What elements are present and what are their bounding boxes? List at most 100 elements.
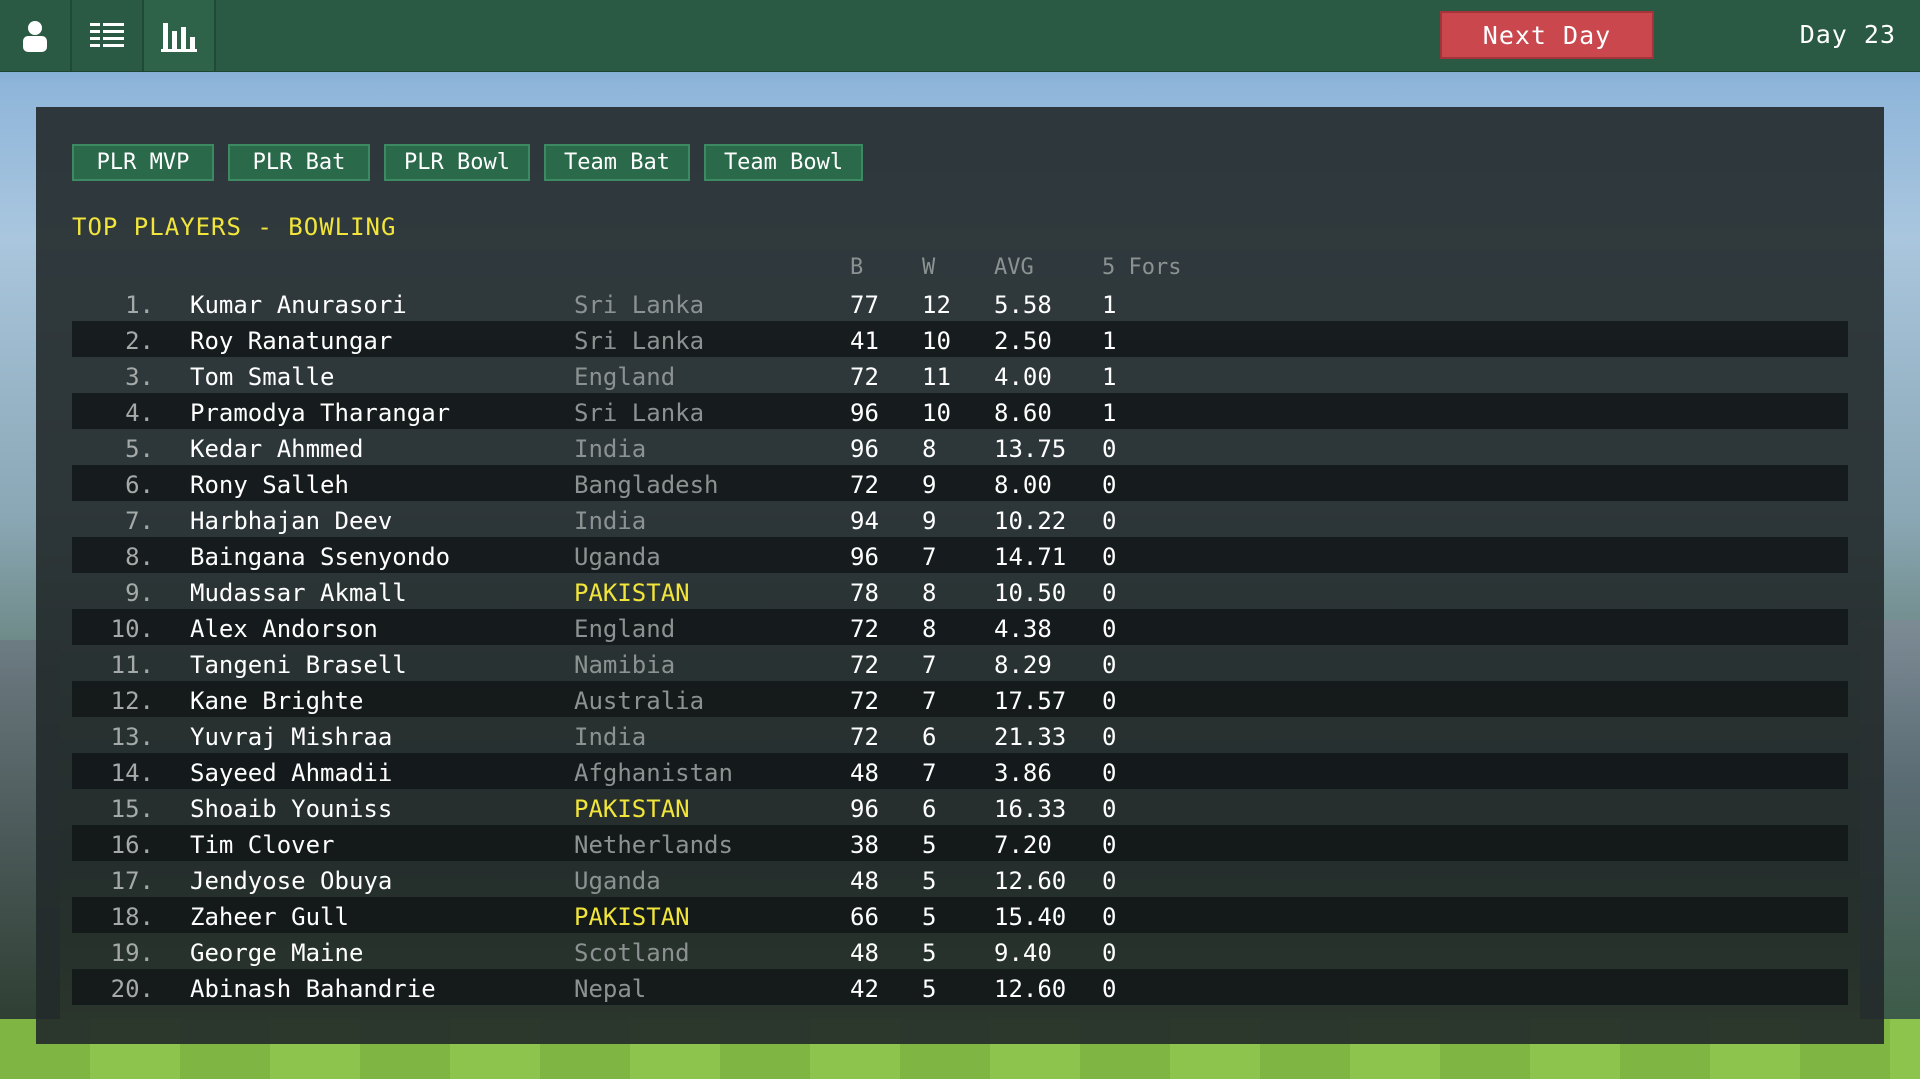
five-fors-cell: 0 <box>1102 939 1117 967</box>
five-fors-cell: 1 <box>1102 291 1117 319</box>
average-cell: 13.75 <box>994 435 1067 463</box>
wickets-cell: 5 <box>922 867 937 895</box>
column-header-balls: B <box>850 255 864 280</box>
five-fors-cell: 0 <box>1102 723 1117 751</box>
balls-cell: 38 <box>850 831 879 859</box>
player-name-cell: Tom Smalle <box>190 363 335 391</box>
next-day-button[interactable]: Next Day <box>1440 11 1654 59</box>
wickets-cell: 7 <box>922 543 937 571</box>
wickets-cell: 6 <box>922 723 937 751</box>
wickets-cell: 9 <box>922 507 937 535</box>
average-cell: 3.86 <box>994 759 1052 787</box>
five-fors-cell: 1 <box>1102 399 1117 427</box>
five-fors-cell: 0 <box>1102 795 1117 823</box>
rank-cell: 11. <box>110 651 154 679</box>
rank-cell: 20. <box>110 975 154 1003</box>
rank-cell: 7. <box>125 507 154 535</box>
bar-chart-icon <box>161 22 197 52</box>
tab-plr-bowl[interactable]: PLR Bowl <box>384 144 530 181</box>
five-fors-cell: 1 <box>1102 363 1117 391</box>
player-name-cell: Tangeni Brasell <box>190 651 407 679</box>
average-cell: 4.00 <box>994 363 1052 391</box>
wickets-cell: 8 <box>922 579 937 607</box>
table-header: B W AVG 5 Fors <box>72 249 1848 285</box>
five-fors-cell: 0 <box>1102 507 1117 535</box>
table-row: 9. Mudassar Akmall PAKISTAN 78 8 10.50 0 <box>72 573 1848 609</box>
balls-cell: 48 <box>850 867 879 895</box>
tab-team-bowl[interactable]: Team Bowl <box>703 144 864 181</box>
table-body: 1. Kumar Anurasori Sri Lanka 77 12 5.58 1 2. Roy… <box>72 285 1848 1005</box>
balls-cell: 41 <box>850 327 879 355</box>
table-row: 8. Baingana Ssenyondo Uganda 96 7 14.71 0 <box>72 537 1848 573</box>
country-cell: Netherlands <box>574 831 733 859</box>
rank-cell: 5. <box>125 435 154 463</box>
player-name-cell: Zaheer Gull <box>190 903 349 931</box>
wickets-cell: 5 <box>922 975 937 1003</box>
column-header-average: AVG <box>994 255 1034 280</box>
player-name-cell: Kane Brighte <box>190 687 364 715</box>
tab-team-bat[interactable]: Team Bat <box>543 144 690 181</box>
top-bar: Next Day Day 23 <box>0 0 1920 72</box>
nav-player-button[interactable] <box>0 0 72 71</box>
wickets-cell: 11 <box>922 363 951 391</box>
wickets-cell: 10 <box>922 327 951 355</box>
five-fors-cell: 0 <box>1102 543 1117 571</box>
country-cell: England <box>574 615 676 643</box>
player-name-cell: Kedar Ahmmed <box>190 435 364 463</box>
table-row: 20. Abinash Bahandrie Nepal 42 5 12.60 0 <box>72 969 1848 1005</box>
nav-stats-button[interactable] <box>144 0 216 71</box>
tab-plr-bat[interactable]: PLR Bat <box>228 144 370 181</box>
player-name-cell: Pramodya Tharangar <box>190 399 451 427</box>
average-cell: 8.29 <box>994 651 1052 679</box>
average-cell: 14.71 <box>994 543 1067 571</box>
average-cell: 2.50 <box>994 327 1052 355</box>
balls-cell: 72 <box>850 363 879 391</box>
player-name-cell: Jendyose Obuya <box>190 867 393 895</box>
country-cell: Bangladesh <box>574 471 719 499</box>
wickets-cell: 5 <box>922 831 937 859</box>
table-row: 17. Jendyose Obuya Uganda 48 5 12.60 0 <box>72 861 1848 897</box>
rank-cell: 3. <box>125 363 154 391</box>
five-fors-cell: 1 <box>1102 327 1117 355</box>
country-cell: India <box>574 507 647 535</box>
balls-cell: 78 <box>850 579 879 607</box>
rank-cell: 2. <box>125 327 154 355</box>
column-header-wickets: W <box>922 255 936 280</box>
player-icon <box>23 20 47 52</box>
nav-list-button[interactable] <box>72 0 144 71</box>
wickets-cell: 7 <box>922 687 937 715</box>
average-cell: 9.40 <box>994 939 1052 967</box>
tab-plr-mvp[interactable]: PLR MVP <box>72 144 214 181</box>
country-cell: PAKISTAN <box>574 903 690 931</box>
player-name-cell: Baingana Ssenyondo <box>190 543 451 571</box>
player-name-cell: Harbhajan Deev <box>190 507 393 535</box>
wickets-cell: 9 <box>922 471 937 499</box>
table-row: 12. Kane Brighte Australia 72 7 17.57 0 <box>72 681 1848 717</box>
table-row: 19. George Maine Scotland 48 5 9.40 0 <box>72 933 1848 969</box>
table-row: 10. Alex Andorson England 72 8 4.38 0 <box>72 609 1848 645</box>
average-cell: 12.60 <box>994 867 1067 895</box>
table-row: 13. Yuvraj Mishraa India 72 6 21.33 0 <box>72 717 1848 753</box>
player-name-cell: Kumar Anurasori <box>190 291 407 319</box>
five-fors-cell: 0 <box>1102 903 1117 931</box>
average-cell: 7.20 <box>994 831 1052 859</box>
balls-cell: 72 <box>850 471 879 499</box>
stats-tabs: PLR MVP PLR Bat PLR Bowl Team Bat Team B… <box>72 144 864 181</box>
country-cell: Uganda <box>574 867 661 895</box>
balls-cell: 48 <box>850 759 879 787</box>
wickets-cell: 5 <box>922 939 937 967</box>
rank-cell: 8. <box>125 543 154 571</box>
table-row: 16. Tim Clover Netherlands 38 5 7.20 0 <box>72 825 1848 861</box>
country-cell: PAKISTAN <box>574 795 690 823</box>
bowling-table: B W AVG 5 Fors 1. Kumar Anurasori Sri Lank… <box>72 249 1848 1005</box>
rank-cell: 1. <box>125 291 154 319</box>
wickets-cell: 8 <box>922 615 937 643</box>
player-name-cell: Abinash Bahandrie <box>190 975 436 1003</box>
wickets-cell: 10 <box>922 399 951 427</box>
player-name-cell: Roy Ranatungar <box>190 327 393 355</box>
rank-cell: 10. <box>110 615 154 643</box>
table-row: 6. Rony Salleh Bangladesh 72 9 8.00 0 <box>72 465 1848 501</box>
country-cell: PAKISTAN <box>574 579 690 607</box>
five-fors-cell: 0 <box>1102 615 1117 643</box>
table-row: 7. Harbhajan Deev India 94 9 10.22 0 <box>72 501 1848 537</box>
